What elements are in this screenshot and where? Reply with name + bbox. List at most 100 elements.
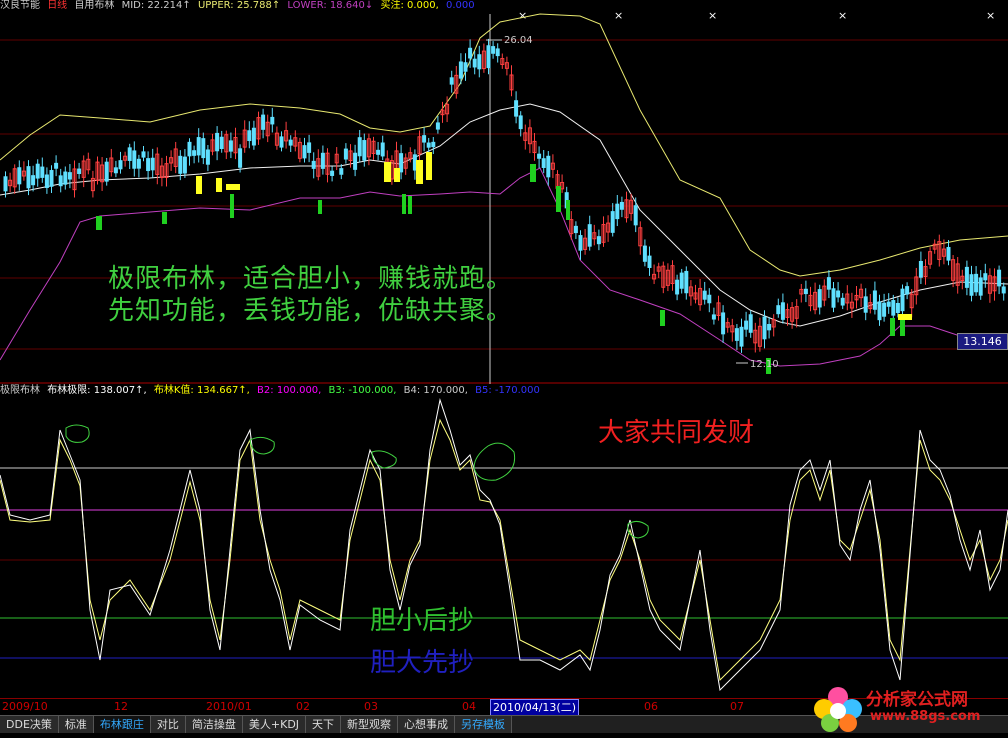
date-label: 12	[114, 700, 128, 713]
candle-body	[803, 288, 808, 295]
candle-body	[633, 205, 638, 226]
candle-body	[219, 136, 224, 150]
tab-simple-trade[interactable]: 简洁操盘	[185, 716, 243, 733]
candle-body	[619, 201, 624, 210]
tab-compare[interactable]: 对比	[150, 716, 186, 733]
candle-body	[486, 45, 491, 69]
candle-body	[587, 224, 592, 247]
candle-body	[983, 273, 988, 281]
candle-body	[376, 149, 381, 155]
upper-value: UPPER: 25.788↑	[197, 0, 281, 11]
candle-body	[762, 316, 767, 340]
candle-body	[238, 148, 243, 168]
candle-body	[449, 77, 454, 85]
candle-body	[546, 155, 551, 178]
period-label[interactable]: 日线	[47, 0, 67, 11]
candle-body	[357, 137, 362, 157]
candle-body	[610, 211, 615, 233]
candle-body	[422, 135, 427, 143]
candle-body	[541, 158, 546, 168]
candle-body	[969, 274, 974, 296]
limit-value: 布林极限: 138.007↑,	[47, 385, 147, 396]
kz-value: 买注: 0.000,	[380, 0, 439, 11]
candle-body	[780, 302, 785, 320]
sub-indicator-header: 极限布林 布林极限: 138.007↑, 布林K值: 134.667↑, B2:…	[0, 384, 544, 398]
candle-body	[679, 272, 684, 289]
sub-indicator-name: 极限布林	[0, 385, 40, 396]
candle-body	[26, 166, 31, 189]
annotation-line2: 先知功能，丢钱功能，优缺共聚。	[108, 296, 514, 326]
candle-body	[330, 170, 335, 176]
candle-body	[182, 156, 187, 174]
kval-value: 布林K值: 134.667↑,	[153, 385, 250, 396]
candle-body	[215, 132, 220, 152]
price-chart[interactable]: × × × × × 26.04 12.10	[0, 12, 1008, 384]
candle-body	[863, 296, 868, 313]
candle-body	[196, 137, 201, 156]
tab-wish[interactable]: 心想事成	[398, 716, 456, 733]
candle-body	[684, 270, 689, 294]
candle-body	[491, 46, 496, 54]
candle-body	[192, 150, 197, 156]
candle-body	[302, 145, 307, 159]
candle-body	[339, 168, 344, 175]
tab-save-template[interactable]: 另存模板	[455, 716, 513, 733]
candle-body	[247, 130, 252, 142]
date-label: 07	[730, 700, 744, 713]
candle-body	[477, 54, 482, 70]
candle-body	[964, 266, 969, 288]
date-cursor-label: 2010/04/13(二)	[490, 699, 579, 716]
tab-dde[interactable]: DDE决策	[0, 716, 59, 733]
tab-kdj[interactable]: 美人+KDJ	[242, 716, 307, 733]
tab-new-observe[interactable]: 新型观察	[341, 716, 399, 733]
candle-body	[767, 323, 772, 331]
candle-body	[647, 255, 652, 268]
tab-bollinger-follow[interactable]: 布林跟庄	[93, 716, 151, 733]
candle-body	[817, 289, 822, 308]
tab-tianxia[interactable]: 天下	[306, 716, 342, 733]
date-label: 04	[462, 700, 476, 713]
b3-value: B3: -100.000,	[328, 385, 397, 396]
date-label: 2009/10	[2, 700, 48, 713]
tab-standard[interactable]: 标准	[58, 716, 94, 733]
svg-text:×: ×	[614, 12, 623, 22]
oscillator-chart[interactable]	[0, 398, 1008, 698]
date-label: 02	[296, 700, 310, 713]
extra-value: 0.000	[446, 0, 475, 11]
candle-body	[537, 153, 542, 159]
logo-name: 分析家公式网	[866, 690, 968, 710]
candle-body	[1001, 286, 1006, 294]
candle-body	[642, 245, 647, 262]
candle-body	[261, 114, 266, 130]
candle-body	[974, 273, 979, 293]
candle-body	[707, 294, 712, 304]
candle-body	[77, 168, 82, 174]
candle-body	[141, 151, 146, 158]
label-small-buy: 胆小后抄	[370, 606, 475, 636]
candle-body	[468, 47, 473, 59]
candle-body	[399, 153, 404, 173]
candle-body	[353, 152, 358, 170]
candle-body	[380, 142, 385, 157]
candle-body	[776, 305, 781, 315]
candle-body	[40, 166, 45, 178]
candle-body	[201, 138, 206, 159]
candle-body	[136, 158, 141, 169]
date-label: 03	[364, 700, 378, 713]
candle-body	[412, 154, 417, 171]
candle-body	[734, 328, 739, 341]
indicator-header: 汉良节能 日线 自用布林 MID: 22.214↑ UPPER: 25.788↑…	[0, 0, 479, 12]
candle-body	[891, 300, 896, 316]
candle-body	[978, 277, 983, 296]
candle-body	[514, 100, 519, 117]
oscillator-title: 大家共同发财	[598, 418, 755, 448]
svg-text:×: ×	[708, 12, 717, 22]
candle-body	[739, 326, 744, 347]
candle-body	[895, 302, 900, 314]
candle-body	[426, 142, 431, 148]
candle-body	[288, 139, 293, 146]
candle-body	[918, 260, 923, 278]
candle-body	[343, 148, 348, 160]
logo-url: www.88gs.com	[870, 709, 981, 724]
candle-body	[58, 175, 63, 187]
